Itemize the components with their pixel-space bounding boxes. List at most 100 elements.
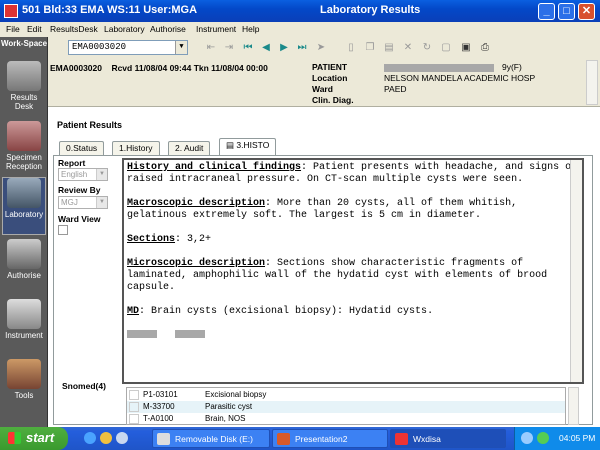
task-removable-disk[interactable]: Removable Disk (E:) [152,429,270,448]
history-heading: History and clinical findings [127,162,302,173]
menu-bar: File Edit ResultsDesk Laboratory Authori… [0,22,600,37]
chevron-down-icon[interactable]: ▼ [96,169,107,180]
print-icon[interactable]: ⎙ [478,41,492,55]
sidebar-item-authorise[interactable]: Authorise [2,239,46,297]
report-section-macroscopic: Macroscopic description: More than 20 cy… [127,198,579,222]
paste-icon[interactable]: ▤ [382,41,396,55]
episode-combo[interactable]: EMA0003020 ▼ [68,40,188,55]
header-scrollbar[interactable] [586,60,598,105]
ward-view-checkbox[interactable] [58,225,68,235]
menu-help[interactable]: Help [242,24,259,34]
clock[interactable]: 04:05 PM [559,433,595,443]
tab-status[interactable]: 0.Status [59,141,105,155]
sidebar-item-label: Authorise [7,271,41,280]
sections-heading: Sections [127,234,176,245]
taskbar: start Removable Disk (E:) Presentation2 … [0,427,600,450]
prev-icon[interactable]: ◀ [259,41,273,55]
system-tray: 04:05 PM [514,427,600,450]
drive-icon [157,433,170,445]
sidebar-item-tools[interactable]: Tools [2,359,46,417]
sections-text: : 3,2+ [175,234,212,245]
ward-value: PAED [384,84,407,94]
menu-laboratory[interactable]: Laboratory [104,24,145,34]
sidebar-item-instrument[interactable]: Instrument [2,299,46,357]
tray-arrow-icon[interactable] [521,432,533,444]
desktop-icon[interactable] [116,432,128,444]
authorise-icon [7,239,41,269]
report-language-select[interactable]: English ▼ [58,168,108,181]
chevron-down-icon[interactable]: ▼ [175,41,187,54]
menu-file[interactable]: File [6,24,20,34]
delete-icon[interactable]: ✕ [401,41,415,55]
ward-view-label: Ward View [58,214,101,224]
window-title-left: 501 Bld:33 EMA WS:11 User:MGA [22,4,198,16]
menu-authorise[interactable]: Authorise [150,24,186,34]
snomed-list: P1-03101 Excisional biopsy M-33700 Paras… [126,387,566,425]
display-icon[interactable]: ▣ [459,41,473,55]
task-wxdisa[interactable]: Wxdisa [390,429,506,448]
export-icon[interactable]: ⇥ [222,41,236,55]
histo-doc-icon: ▤ [226,140,237,150]
sidebar-item-label: Specimen Reception [5,153,43,171]
menu-edit[interactable]: Edit [27,24,42,34]
tab-audit[interactable]: 2. Audit [168,141,211,155]
review-by-select[interactable]: MGJ ▼ [58,196,108,209]
network-icon[interactable] [537,432,549,444]
sidebar-item-laboratory[interactable]: Laboratory [2,177,46,235]
snomed-row[interactable]: P1-03101 Excisional biopsy [127,389,565,401]
task-label: Presentation2 [295,434,348,444]
last-icon[interactable]: ⏭ [295,41,309,55]
windows-flag-icon [8,432,21,444]
toolbar: EMA0003020 ▼ ⇤ ⇥ ⏮ ◀ ▶ ⏭ ➤ ▯ ❐ ▤ ✕ ↻ ▢ ▣… [48,37,600,59]
window-title: Laboratory Results [320,4,421,16]
menu-resultsdesk[interactable]: ResultsDesk [50,24,98,34]
ie-icon[interactable] [84,432,96,444]
row-selector[interactable] [129,414,139,424]
chevron-down-icon[interactable]: ▼ [96,197,107,208]
minimize-button[interactable]: _ [538,3,555,20]
md-heading: MD [127,306,140,317]
goto-icon[interactable]: ➤ [314,41,328,55]
workspace-sidebar: Work-Space Results Desk Specimen Recepti… [0,37,48,427]
location-value: NELSON MANDELA ACADEMIC HOSP [384,73,536,83]
title-bar[interactable]: 501 Bld:33 EMA WS:11 User:MGA Laboratory… [0,0,600,22]
snomed-label: Snomed(4) [62,381,106,391]
sidebar-item-results-desk[interactable]: Results Desk [2,61,46,119]
report-section-sections: Sections: 3,2+ [127,234,579,246]
lock-icon[interactable]: ▢ [439,41,453,55]
maximize-button[interactable]: □ [558,3,575,20]
sidebar-item-label: Laboratory [4,210,44,219]
snomed-row[interactable]: T-A0100 Brain, NOS [127,413,565,424]
sidebar-item-label: Tools [14,391,34,400]
task-label: Wxdisa [413,434,441,444]
tab-histo[interactable]: ▤ 3.HISTO [219,138,277,155]
import-icon[interactable]: ⇤ [204,41,218,55]
next-icon[interactable]: ▶ [277,41,291,55]
md-text: : Brain cysts (excisional biopsy): Hydat… [139,306,434,317]
sidebar-item-specimen-reception[interactable]: Specimen Reception [2,121,46,179]
histo-report-text[interactable]: History and clinical findings: Patient p… [122,158,584,384]
new-doc-icon[interactable]: ▯ [344,41,358,55]
close-button[interactable]: ✕ [578,3,595,20]
report-section-md: MD: Brain cysts (excisional biopsy): Hyd… [127,306,579,318]
first-icon[interactable]: ⏮ [241,41,255,55]
start-button[interactable]: start [0,427,68,450]
refresh-icon[interactable]: ↻ [420,41,434,55]
ward-label: Ward [312,84,333,94]
app-icon[interactable] [4,4,18,18]
snomed-description: Excisional biopsy [205,390,267,399]
macroscopic-heading: Macroscopic description [127,198,266,209]
report-language-value: English [61,170,88,179]
menu-instrument[interactable]: Instrument [196,24,236,34]
row-selector[interactable] [129,390,139,400]
tab-history[interactable]: 1.History [112,141,160,155]
powerpoint-icon [277,433,290,445]
task-presentation2[interactable]: Presentation2 [272,429,388,448]
row-selector[interactable] [129,402,139,412]
copy-icon[interactable]: ❐ [363,41,377,55]
explorer-icon[interactable] [100,432,112,444]
episode-combo-value: EMA0003020 [72,42,127,52]
snomed-row[interactable]: M-33700 Parasitic cyst [127,401,565,413]
report-scrollbar[interactable] [570,160,582,382]
snomed-scrollbar[interactable] [568,387,579,425]
